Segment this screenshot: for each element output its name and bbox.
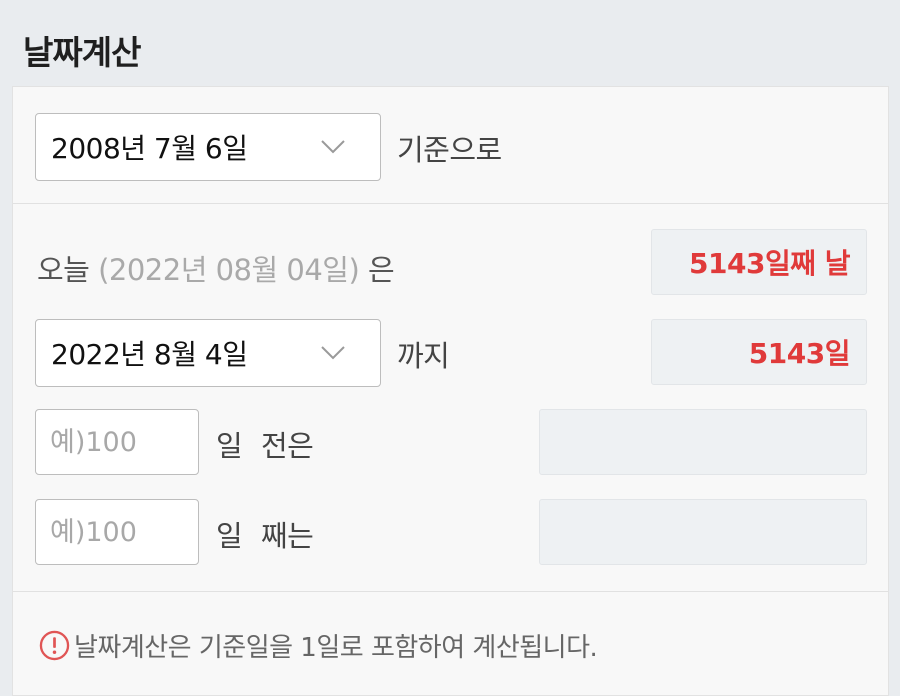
until-label: 까지 — [397, 339, 450, 373]
until-result-box: 5143일 — [651, 319, 867, 385]
chevron-down-icon — [321, 346, 345, 360]
today-result: 5143일째 날 — [689, 247, 850, 280]
chevron-down-icon — [321, 140, 345, 154]
days-before-label-rest: 전은 — [261, 429, 314, 463]
today-label: 오늘 (2022년 08월 04일) 은 — [37, 247, 395, 289]
alert-circle-icon — [39, 630, 70, 661]
date-calculator-panel: 2008년 7월 6일 기준으로 오늘 (2022년 08월 04일) 은 51… — [12, 86, 889, 696]
today-date: (2022년 08월 04일) — [98, 253, 360, 287]
footer-note-text: 날짜계산은 기준일을 1일로 포함하여 계산됩니다. — [74, 633, 598, 663]
base-date-select[interactable]: 2008년 7월 6일 — [35, 113, 381, 181]
until-result: 5143일 — [748, 337, 851, 370]
until-date-select[interactable]: 2022년 8월 4일 — [35, 319, 381, 387]
today-suffix: 은 — [368, 253, 395, 287]
divider-top — [13, 203, 888, 204]
days-nth-input[interactable] — [35, 499, 199, 565]
base-date-value: 2008년 7월 6일 — [51, 132, 248, 165]
days-before-label-day: 일 — [216, 429, 243, 463]
app-title: 날짜계산 — [23, 33, 141, 72]
days-nth-result-box — [539, 499, 867, 565]
today-result-box: 5143일째 날 — [651, 229, 867, 295]
divider-bottom — [13, 591, 888, 592]
days-nth-label-rest: 째는 — [261, 519, 314, 553]
footer-note: 날짜계산은 기준일을 1일로 포함하여 계산됩니다. — [39, 627, 598, 664]
days-before-result-box — [539, 409, 867, 475]
days-nth-label-day: 일 — [216, 519, 243, 553]
base-suffix-label: 기준으로 — [397, 133, 502, 167]
days-before-input[interactable] — [35, 409, 199, 475]
today-prefix: 오늘 — [37, 253, 90, 287]
until-date-value: 2022년 8월 4일 — [51, 338, 248, 371]
